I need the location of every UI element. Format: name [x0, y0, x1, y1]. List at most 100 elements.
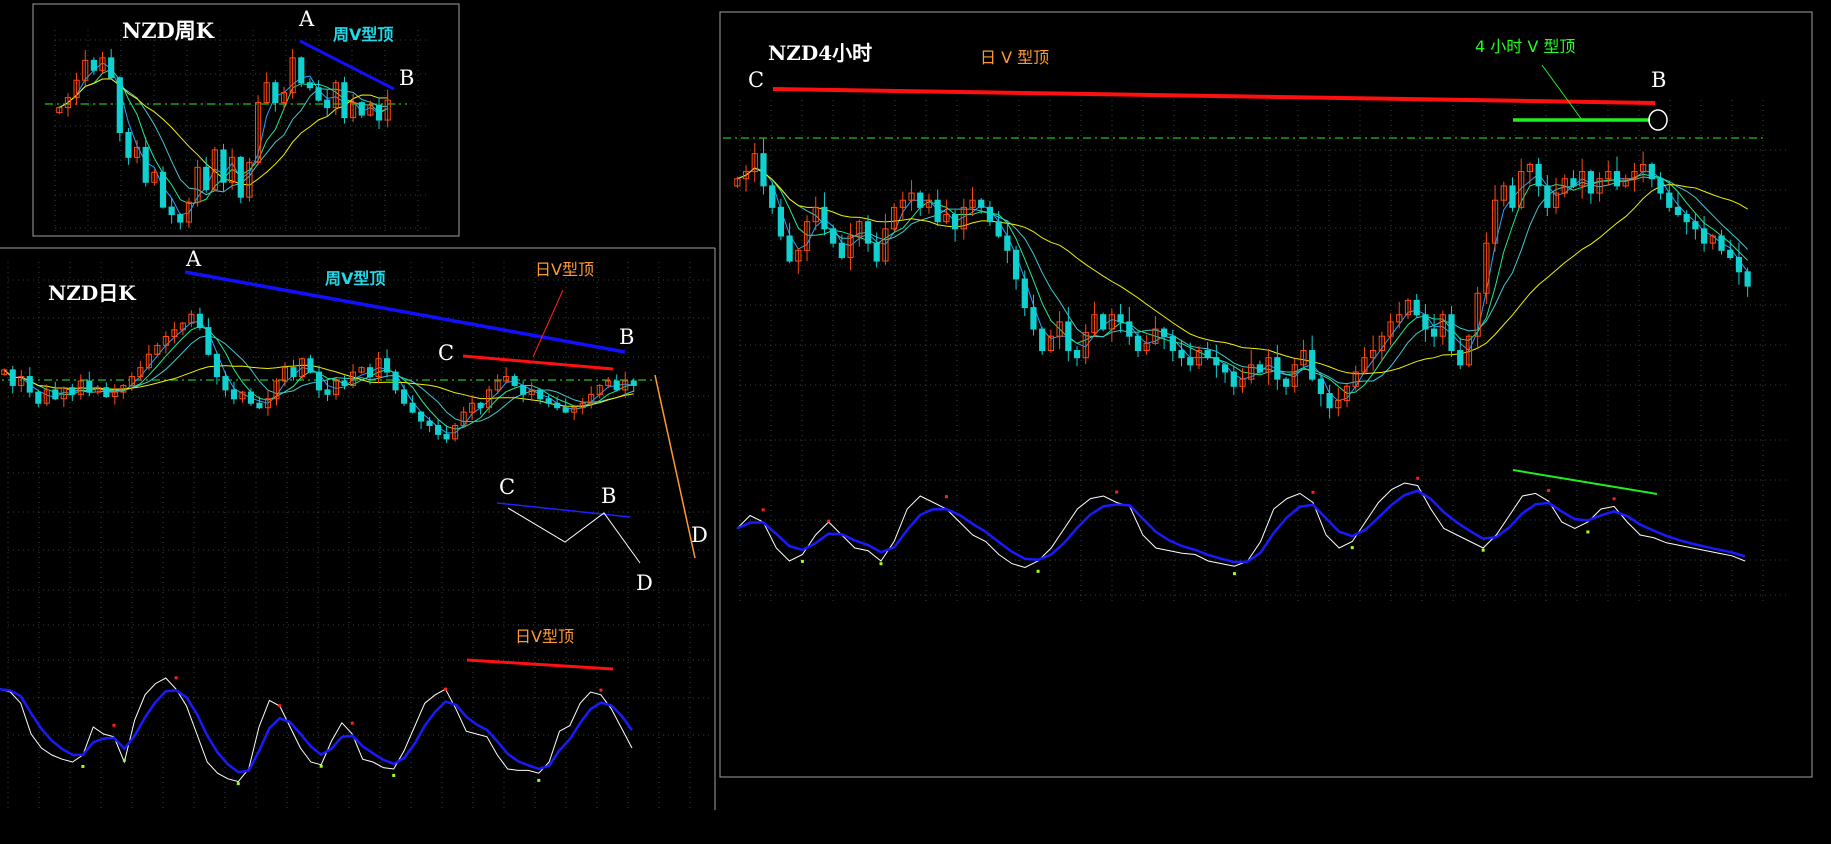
daily-candle-body	[418, 411, 425, 422]
h4-candle-body	[1535, 163, 1542, 187]
h4-oscillator-peak-dot	[1115, 490, 1119, 494]
h4-candle-body	[1004, 235, 1011, 251]
h4-candle-body	[1282, 378, 1290, 387]
h4-ma5-line	[737, 167, 1748, 395]
daily-osc-trend-line	[466, 658, 614, 671]
h4-candle-body	[1230, 371, 1237, 387]
daily-candle-body	[392, 371, 399, 391]
weekly-candle-body	[159, 171, 167, 208]
h4-candle-body	[838, 242, 845, 258]
daily-oscillator-peak-dot	[174, 676, 178, 680]
h4-candle-body	[1570, 178, 1577, 187]
daily-candle-body	[103, 387, 110, 398]
h4-candle-body	[1256, 364, 1264, 373]
h4-oscillator-trough-dot	[1350, 546, 1354, 550]
h4-oscillator-trough-dot	[1232, 572, 1236, 576]
h4-candle-body	[1683, 214, 1690, 223]
h4-candle-body	[1100, 314, 1107, 330]
daily-v-top-pointer	[532, 289, 564, 358]
weekly-point-a: A	[298, 7, 315, 31]
daily-candle-body	[247, 391, 254, 404]
h4-candle-body	[1692, 221, 1699, 230]
h4-candle-body	[760, 153, 767, 187]
h4-candle-body	[917, 192, 924, 208]
weekly-candle-body	[125, 131, 132, 158]
h4-candle-body	[1544, 185, 1551, 208]
daily-candle-body	[290, 367, 297, 378]
daily-osc-v-top-label: 日V型顶	[515, 627, 574, 646]
h4-candle-body	[1727, 249, 1734, 258]
h4-oscillator-peak-dot	[1547, 488, 1551, 492]
h4-candle-body	[873, 242, 880, 262]
h4-candle-body	[1221, 364, 1229, 373]
h4-candle-body	[1030, 307, 1037, 330]
daily-candle-body	[537, 389, 544, 400]
h4-candle-body	[1613, 171, 1621, 187]
weekly-title: NZD周K	[122, 18, 215, 43]
h4-daily-trend-line	[772, 87, 1656, 105]
daily-candle-body	[9, 369, 16, 386]
daily-candle-body	[545, 398, 552, 404]
weekly-candle-body	[324, 99, 331, 109]
weekly-candle-body	[142, 146, 149, 183]
h4-candle-body	[1448, 314, 1455, 352]
daily-oscillator-peak-dot	[278, 704, 282, 708]
weekly-candle-body	[177, 214, 184, 223]
h4-candle-body	[1213, 357, 1220, 366]
weekly-candle-body	[341, 82, 348, 119]
h4-candle-body	[1274, 357, 1281, 380]
daily-point-b: B	[619, 325, 634, 349]
daily-candle-body	[35, 391, 42, 404]
daily-oscillator-trough-dot	[537, 778, 541, 782]
daily-oscillator-slow-line	[0, 687, 634, 774]
h4-candle-body	[978, 199, 985, 208]
h4-candle-body	[986, 206, 994, 223]
weekly-candle-body	[375, 104, 383, 121]
h4-oscillator-trough-dot	[800, 559, 804, 563]
daily-v-top-label: 日V型顶	[535, 260, 594, 279]
daily-oscillator-trough-dot	[392, 773, 396, 777]
h4-oscillator-trough-dot	[1586, 530, 1590, 534]
daily-candle-body	[307, 358, 314, 373]
h4-candle-body	[1509, 185, 1516, 208]
h4-candle-body	[1134, 335, 1142, 352]
h4-candle-body	[1700, 228, 1708, 244]
diagram-point-c: C	[499, 475, 515, 499]
weekly-v-top-label: 周V型顶	[333, 25, 393, 44]
h4-candle-body	[1457, 350, 1464, 366]
daily-point-a: A	[185, 247, 202, 271]
h4-candle-body	[821, 206, 828, 230]
h4-v-top-label: 4 小时 V 型顶	[1475, 37, 1575, 56]
h4-oscillator-peak-dot	[1416, 476, 1420, 480]
weekly-candle-body	[116, 77, 123, 133]
h4-candle-body	[786, 235, 793, 262]
daily-candle-body	[52, 389, 59, 400]
daily-weekly-trend-line	[184, 270, 626, 354]
daily-candle-body	[384, 358, 391, 373]
h4-candle-body	[864, 221, 872, 244]
h4-candle-body	[934, 199, 941, 223]
daily-oscillator-trough-dot	[122, 758, 126, 762]
chart-canvas: NZD周K A B 周V型顶 NZD日K A 周V型顶 日V型顶 B C D C…	[0, 3, 1813, 810]
h4-point-c: C	[748, 68, 764, 92]
daily-candle-body	[315, 371, 323, 391]
h4-candle-body	[1073, 350, 1081, 359]
h4-candle-body	[1326, 392, 1333, 409]
weekly-candle-body	[272, 82, 279, 104]
h4-candle-body	[995, 221, 1002, 237]
daily-candle-body	[426, 420, 433, 426]
diagram-point-d: D	[636, 571, 653, 595]
h4-candle-body	[1204, 350, 1211, 359]
daily-oscillator-trough-dot	[81, 764, 85, 768]
daily-candle-body	[409, 402, 416, 413]
daily-candle-body	[222, 376, 229, 391]
daily-candle-body	[230, 389, 237, 400]
h4-candle-body	[1735, 256, 1743, 273]
daily-candle-body	[477, 402, 484, 409]
h4-ma21-line	[737, 167, 1748, 375]
daily-candle-body	[613, 380, 620, 391]
h4-candle-body	[1413, 299, 1420, 316]
h4-candle-body	[1718, 235, 1725, 251]
weekly-candle-body	[90, 59, 97, 71]
h4-candle-body	[1666, 192, 1673, 208]
